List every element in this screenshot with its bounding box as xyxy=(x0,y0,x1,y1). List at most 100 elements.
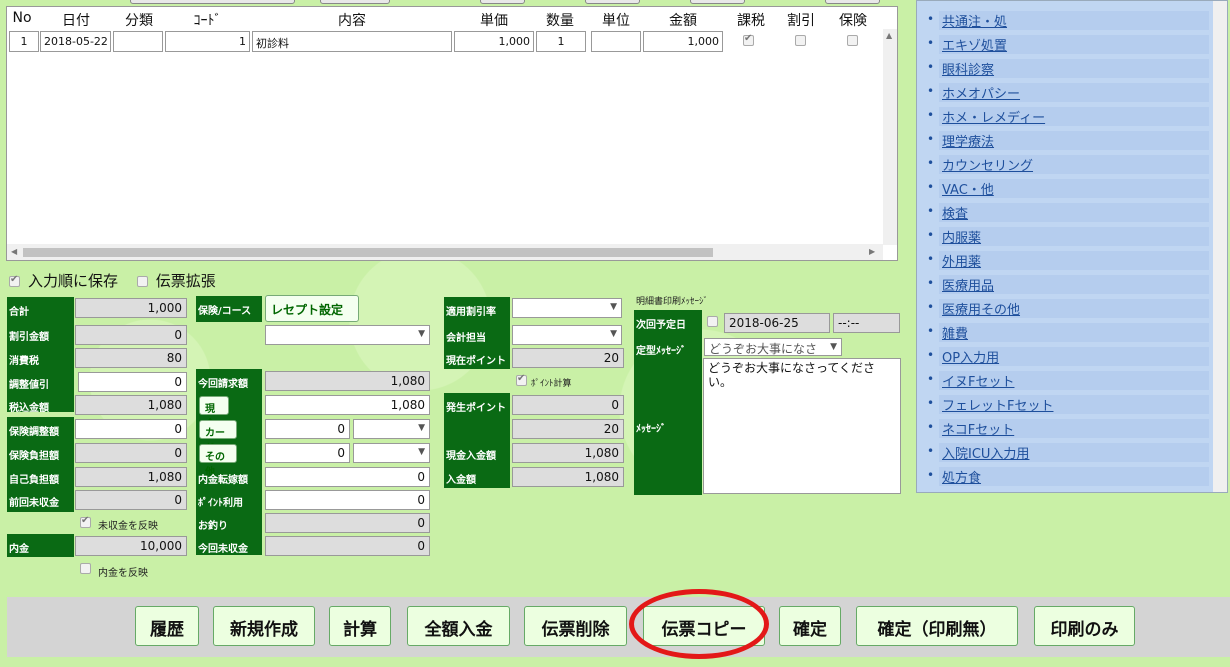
sidebar-item[interactable]: • 医療用その他 xyxy=(917,297,1227,321)
grid-vertical-scrollbar[interactable]: ▲ xyxy=(883,29,897,245)
value-earned-points: 0 xyxy=(512,395,624,415)
row-insurance-checkbox[interactable] xyxy=(847,35,858,46)
reflect-deposit-checkbox[interactable] xyxy=(80,563,91,574)
course-select[interactable]: ▼ xyxy=(265,325,430,345)
row-unit-price[interactable]: 1,000 xyxy=(454,31,534,52)
highlight-circle xyxy=(629,589,769,659)
next-date-checkbox[interactable] xyxy=(707,316,718,327)
sidebar-item-link[interactable]: 外用薬 xyxy=(939,251,1209,270)
sidebar-item-link[interactable]: 処方食 xyxy=(939,467,1209,486)
input-points-use[interactable]: 0 xyxy=(265,490,430,510)
sidebar-item[interactable]: • ホメ・レメディー xyxy=(917,105,1227,129)
expand-checkbox[interactable] xyxy=(136,276,148,287)
sidebar-item-link[interactable]: 医療用その他 xyxy=(939,299,1209,318)
sidebar-item[interactable]: • エキゾ処置 xyxy=(917,33,1227,57)
sidebar-item[interactable]: • 医療用品 xyxy=(917,273,1227,297)
sidebar-item[interactable]: • ホメオパシー xyxy=(917,81,1227,105)
label-received: 入金額 xyxy=(446,475,476,486)
sidebar-item[interactable]: • イヌFセット xyxy=(917,369,1227,393)
print-only-button[interactable]: 印刷のみ xyxy=(1034,606,1135,646)
message-textarea[interactable]: どうぞお大事になさってください。 xyxy=(703,358,901,494)
sidebar-item-link[interactable]: エキゾ処置 xyxy=(939,35,1209,54)
row-discount-checkbox[interactable] xyxy=(795,35,806,46)
table-row[interactable]: 1 2018-05-22 1 初診料 1,000 1 1,000 xyxy=(7,31,897,53)
input-adjust-discount[interactable]: 0 xyxy=(78,372,187,392)
other-type-select[interactable]: ▼ xyxy=(353,443,430,463)
scroll-up-icon[interactable]: ▲ xyxy=(886,31,892,40)
sidebar-item[interactable]: • 眼科診察 xyxy=(917,57,1227,81)
sidebar-item[interactable]: • 処方食 xyxy=(917,465,1227,489)
fixed-message-select[interactable]: どうぞお大事になさ ▼ xyxy=(704,338,842,356)
sidebar-list: • 共通注・処 • エキゾ処置 • 眼科診察 • ホメオパシー • ホメ・レメディー • 理学療法 • カ… xyxy=(917,9,1227,489)
sidebar-item[interactable]: • カウンセリング xyxy=(917,153,1227,177)
row-content[interactable]: 初診料 xyxy=(252,31,452,52)
input-card[interactable]: 0 xyxy=(265,419,350,439)
sidebar-item[interactable]: • 外用薬 xyxy=(917,249,1227,273)
input-transfer[interactable]: 0 xyxy=(265,467,430,487)
row-amount[interactable]: 1,000 xyxy=(643,31,723,52)
sidebar-item-link[interactable]: 雑費 xyxy=(939,323,1209,342)
sidebar-item-link[interactable]: VAC・他 xyxy=(939,179,1209,198)
row-unit[interactable] xyxy=(591,31,641,52)
sidebar-item[interactable]: • 雑費 xyxy=(917,321,1227,345)
sidebar-item[interactable]: • フェレットFセット xyxy=(917,393,1227,417)
confirm-no-print-button[interactable]: 確定（印刷無） xyxy=(856,606,1018,646)
accounting-select[interactable]: ▼ xyxy=(512,325,622,345)
sidebar-item-link[interactable]: 医療用品 xyxy=(939,275,1209,294)
delete-slip-button[interactable]: 伝票削除 xyxy=(524,606,627,646)
save-order-checkbox[interactable] xyxy=(9,274,20,287)
confirm-button[interactable]: 確定 xyxy=(779,606,841,646)
card-button[interactable]: カード xyxy=(199,420,237,454)
sidebar-item-link[interactable]: フェレットFセット xyxy=(939,395,1209,414)
sidebar-item-link[interactable]: 入院ICU入力用 xyxy=(939,443,1209,462)
sidebar-item-link[interactable]: イヌFセット xyxy=(939,371,1209,390)
sidebar-item[interactable]: • OP入力用 xyxy=(917,345,1227,369)
input-insurance-adjust[interactable]: 0 xyxy=(75,419,187,439)
input-cash[interactable]: 1,080 xyxy=(265,395,430,415)
input-next-time[interactable]: --:-- xyxy=(833,313,900,333)
sidebar-item-link[interactable]: 検査 xyxy=(939,203,1209,222)
sidebar-item[interactable]: • 理学療法 xyxy=(917,129,1227,153)
sidebar-scrollbar[interactable] xyxy=(1213,1,1227,492)
sidebar-item-link[interactable]: ホメオパシー xyxy=(939,83,1209,102)
sidebar-item-link[interactable]: 内服薬 xyxy=(939,227,1209,246)
calculate-button[interactable]: 計算 xyxy=(329,606,391,646)
reflect-unpaid-checkbox[interactable] xyxy=(80,515,91,528)
new-button[interactable]: 新規作成 xyxy=(213,606,315,646)
history-button[interactable]: 履歴 xyxy=(135,606,199,646)
label-message: ﾒｯｾｰｼﾞ xyxy=(636,424,666,435)
discount-rate-select[interactable]: ▼ xyxy=(512,298,622,318)
sidebar-item-link[interactable]: ネコFセット xyxy=(939,419,1209,438)
grid-horizontal-scrollbar[interactable]: ◀ ▶ xyxy=(7,244,883,260)
input-other[interactable]: 0 xyxy=(265,443,350,463)
sidebar-item[interactable]: • 入院ICU入力用 xyxy=(917,441,1227,465)
row-taxed-checkbox[interactable] xyxy=(743,33,754,46)
scroll-right-icon[interactable]: ▶ xyxy=(869,247,875,256)
row-date[interactable]: 2018-05-22 xyxy=(40,31,111,52)
sidebar-item-link[interactable]: カウンセリング xyxy=(939,155,1209,174)
sidebar-item-link[interactable]: OP入力用 xyxy=(939,347,1209,366)
cash-button[interactable]: 現金 xyxy=(199,396,229,430)
row-code[interactable]: 1 xyxy=(165,31,250,52)
sidebar-item[interactable]: • 内服薬 xyxy=(917,225,1227,249)
card-type-select[interactable]: ▼ xyxy=(353,419,430,439)
row-category[interactable] xyxy=(113,31,163,52)
row-qty[interactable]: 1 xyxy=(536,31,586,52)
input-next-date[interactable]: 2018-06-25 xyxy=(724,313,830,333)
sidebar-item-link[interactable]: 共通注・処 xyxy=(939,11,1209,30)
full-payment-button[interactable]: 全額入金 xyxy=(407,606,510,646)
label-prev-unpaid: 前回未収金 xyxy=(9,498,59,509)
sidebar-item[interactable]: • 検査 xyxy=(917,201,1227,225)
point-calc-checkbox[interactable] xyxy=(516,373,527,386)
sidebar-item-link[interactable]: 理学療法 xyxy=(939,131,1209,150)
sidebar-item[interactable]: • 共通注・処 xyxy=(917,9,1227,33)
sidebar-item[interactable]: • ネコFセット xyxy=(917,417,1227,441)
sidebar-item[interactable]: • VAC・他 xyxy=(917,177,1227,201)
sidebar-item-link[interactable]: 眼科診察 xyxy=(939,59,1209,78)
scroll-thumb[interactable] xyxy=(23,248,713,257)
bullet-icon: • xyxy=(927,444,935,458)
sidebar-item-link[interactable]: ホメ・レメディー xyxy=(939,107,1209,126)
other-button[interactable]: その他 xyxy=(199,444,237,478)
receipt-settings-button[interactable]: レセプト設定 xyxy=(265,295,359,322)
scroll-left-icon[interactable]: ◀ xyxy=(11,247,17,256)
